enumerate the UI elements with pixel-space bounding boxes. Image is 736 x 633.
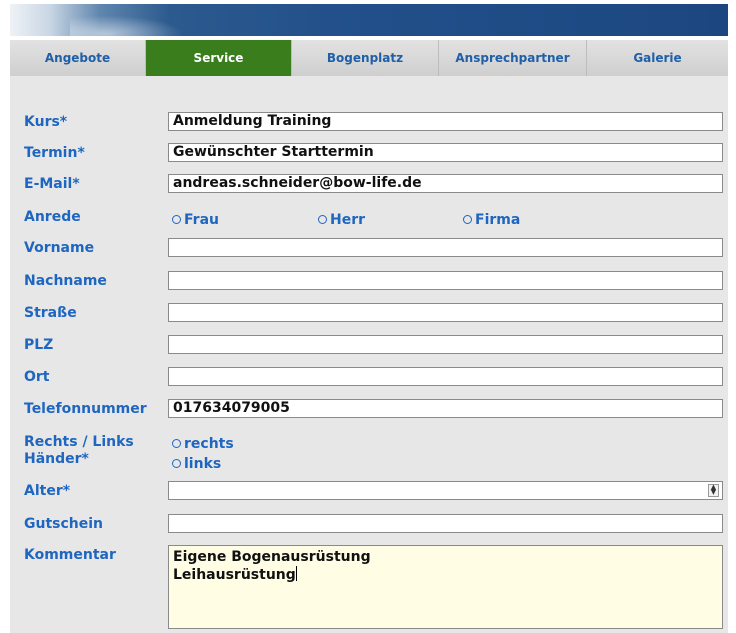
haender-option-links-label: links — [184, 456, 222, 472]
kommentar-line2: Leihausrüstung — [173, 567, 296, 583]
tab-ansprechpartner[interactable]: Ansprechpartner — [439, 40, 587, 76]
banner-swoosh-graphic — [70, 14, 190, 36]
telefon-label: Telefonnummer — [24, 401, 147, 417]
page: Angebote Service Bogenplatz Ansprechpart… — [0, 0, 736, 633]
header-banner — [10, 4, 728, 36]
alter-field[interactable]: ▲ ▼ — [168, 481, 723, 500]
radio-circle-icon — [172, 439, 181, 448]
email-label: E-Mail* — [24, 176, 80, 192]
ort-field[interactable] — [168, 367, 723, 386]
vorname-field[interactable] — [168, 238, 723, 257]
text-cursor — [295, 566, 297, 581]
tab-service[interactable]: Service — [146, 40, 292, 76]
number-spinner-icon[interactable]: ▲ ▼ — [708, 484, 719, 497]
haender-label-line1: Rechts / Links — [24, 434, 134, 450]
kurs-label: Kurs* — [24, 114, 68, 130]
anrede-radio-herr[interactable]: Herr — [318, 212, 365, 229]
anrede-option-herr-label: Herr — [330, 212, 366, 228]
ort-label: Ort — [24, 369, 50, 385]
alter-label: Alter* — [24, 483, 71, 499]
plz-label: PLZ — [24, 337, 54, 353]
gutschein-field[interactable] — [168, 514, 723, 533]
email-field[interactable]: andreas.schneider@bow-life.de — [168, 174, 723, 193]
radio-circle-icon — [463, 215, 472, 224]
telefon-field[interactable]: 017634079005 — [168, 399, 723, 418]
radio-circle-icon — [172, 215, 181, 224]
vorname-label: Vorname — [24, 240, 95, 256]
strasse-field[interactable] — [168, 303, 723, 322]
kurs-field[interactable]: Anmeldung Training — [168, 112, 723, 131]
nachname-label: Nachname — [24, 273, 107, 289]
strasse-label: Straße — [24, 305, 77, 321]
anrede-option-firma-label: Firma — [475, 212, 521, 228]
tab-bogenplatz[interactable]: Bogenplatz — [292, 40, 439, 76]
tab-angebote[interactable]: Angebote — [10, 40, 146, 76]
plz-field[interactable] — [168, 335, 723, 354]
termin-field[interactable]: Gewünschter Starttermin — [168, 143, 723, 162]
haender-option-rechts-label: rechts — [184, 436, 234, 452]
haender-radio-links[interactable]: links — [172, 456, 221, 473]
termin-label: Termin* — [24, 145, 85, 161]
tab-galerie[interactable]: Galerie — [587, 40, 728, 76]
radio-circle-icon — [172, 459, 181, 468]
haender-radio-rechts[interactable]: rechts — [172, 436, 234, 453]
anrede-label: Anrede — [24, 209, 81, 225]
kommentar-line1: Eigene Bogenausrüstung — [173, 549, 371, 565]
anrede-radio-frau[interactable]: Frau — [172, 212, 219, 229]
kommentar-textarea[interactable]: Eigene Bogenausrüstung Leihausrüstung — [168, 545, 723, 629]
nachname-field[interactable] — [168, 271, 723, 290]
kommentar-label: Kommentar — [24, 547, 116, 563]
anrede-radio-firma[interactable]: Firma — [463, 212, 520, 229]
haender-label-line2: Händer* — [24, 451, 89, 467]
gutschein-label: Gutschein — [24, 516, 104, 532]
anrede-option-frau-label: Frau — [184, 212, 219, 228]
radio-circle-icon — [318, 215, 327, 224]
main-nav: Angebote Service Bogenplatz Ansprechpart… — [10, 40, 728, 76]
